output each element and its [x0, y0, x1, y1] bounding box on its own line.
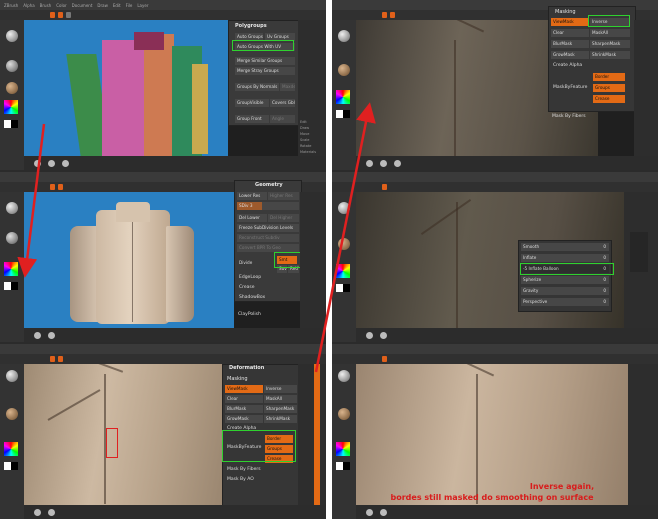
arrow-up	[314, 102, 376, 373]
annotation-arrows	[17, 102, 376, 373]
arrow-down	[17, 123, 46, 278]
